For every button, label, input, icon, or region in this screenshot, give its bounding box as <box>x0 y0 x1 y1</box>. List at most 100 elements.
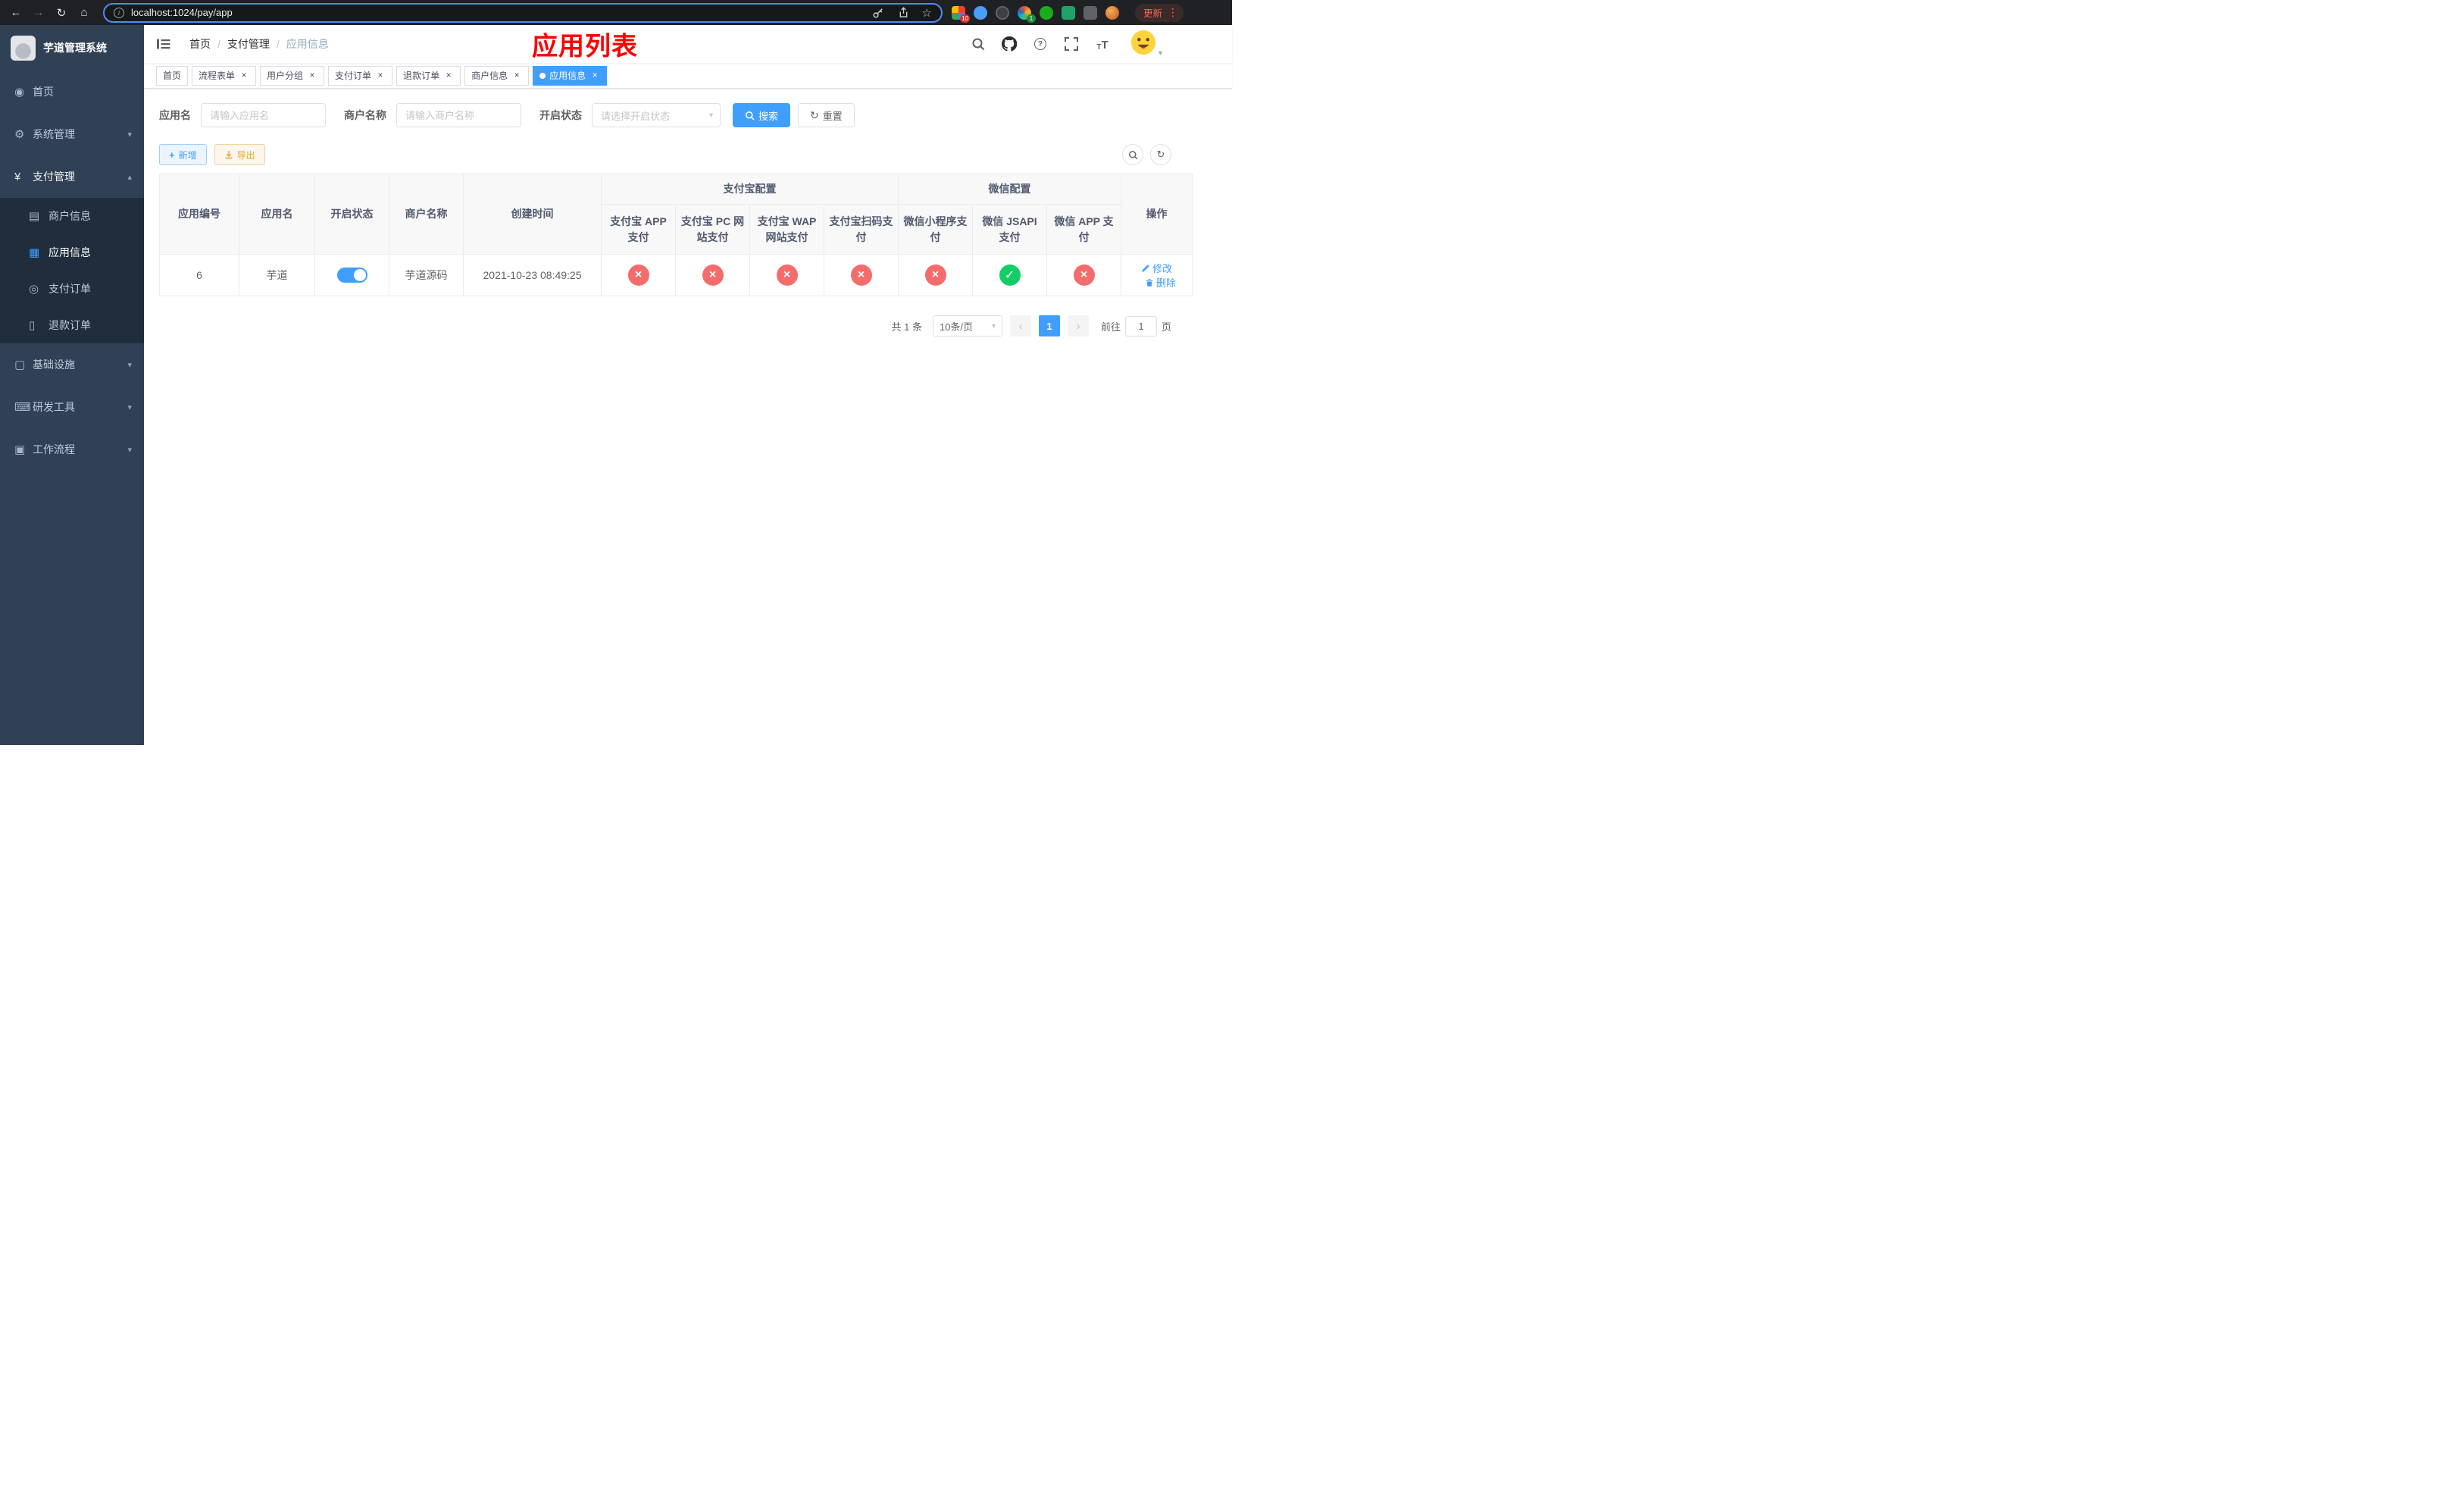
reload-button[interactable]: ↻ <box>52 3 71 23</box>
col-alipay-qr: 支付宝扫码支付 <box>824 204 899 255</box>
table-toolbar: + 新增 导出 ↻ <box>159 144 1171 165</box>
export-button[interactable]: 导出 <box>214 144 265 165</box>
document-icon: ▯ <box>29 319 36 332</box>
cell-status <box>314 254 389 296</box>
close-icon[interactable]: × <box>375 70 386 81</box>
breadcrumb-home[interactable]: 首页 <box>189 36 211 52</box>
close-icon[interactable]: × <box>443 70 454 81</box>
prev-page-button[interactable]: ‹ <box>1009 315 1031 337</box>
edit-button[interactable]: 修改 <box>1141 261 1172 275</box>
tab-home[interactable]: 首页 <box>156 65 189 86</box>
tags-view: 首页 流程表单 × 用户分组 × 支付订单 × 退款订单 × 商户信息 × 应用… <box>144 63 1232 89</box>
logo-avatar <box>11 35 36 61</box>
site-info-icon[interactable]: i <box>114 7 124 18</box>
chevron-down-icon: ▾ <box>127 402 132 412</box>
yen-icon: ¥ <box>14 170 21 183</box>
tools-icon: ⌨ <box>14 401 31 414</box>
close-icon[interactable]: × <box>307 70 317 81</box>
search-icon[interactable] <box>971 36 986 52</box>
app-logo[interactable]: 芋道管理系统 <box>0 25 144 70</box>
tab-process-form[interactable]: 流程表单 × <box>192 65 257 86</box>
font-size-icon[interactable]: TT <box>1095 36 1110 52</box>
page-size-select[interactable]: 10条/页 ▾ <box>932 315 1002 337</box>
goto-page-input[interactable] <box>1124 315 1157 337</box>
col-wechat-app: 微信 APP 支付 <box>1046 204 1121 255</box>
close-icon[interactable]: × <box>239 70 249 81</box>
app-name-input[interactable] <box>201 103 326 127</box>
status-select[interactable]: 请选择开启状态 ▾ <box>592 103 721 127</box>
col-app-id: 应用编号 <box>159 174 239 255</box>
extension-green-circle-icon[interactable] <box>1039 5 1053 20</box>
reset-button[interactable]: ↻ 重置 <box>798 103 855 127</box>
cell-merchant: 芋道源码 <box>389 254 464 296</box>
tab-merchant-info[interactable]: 商户信息 × <box>464 65 530 86</box>
tab-app-info[interactable]: 应用信息 × <box>533 65 608 86</box>
page-content: 应用名 商户名称 开启状态 请选择开启状态 ▾ 搜索 ↻ 重置 <box>144 89 1232 745</box>
tab-payment-order[interactable]: 支付订单 × <box>328 65 393 86</box>
sidebar-item-merchant-info[interactable]: ▤ 商户信息 <box>0 198 144 234</box>
extension-face-icon[interactable] <box>1105 5 1119 20</box>
cell-app-name: 芋道 <box>239 254 315 296</box>
user-menu[interactable]: ▾ <box>1130 30 1162 59</box>
status-toggle[interactable] <box>336 268 367 283</box>
cell-created: 2021-10-23 08:49:25 <box>463 254 602 296</box>
sidebar-item-home[interactable]: ◉ 首页 <box>0 70 144 113</box>
update-label: 更新 <box>1143 8 1162 19</box>
page-annotation: 应用列表 <box>532 32 638 61</box>
add-button[interactable]: + 新增 <box>159 144 207 165</box>
share-icon[interactable] <box>896 5 911 20</box>
search-button[interactable]: 搜索 <box>733 103 791 127</box>
page-number-button[interactable]: 1 <box>1038 315 1060 337</box>
next-page-button[interactable]: › <box>1067 315 1089 337</box>
sidebar-item-refund-order[interactable]: ▯ 退款订单 <box>0 307 144 343</box>
github-icon[interactable] <box>1001 36 1017 52</box>
extension-blue-icon[interactable] <box>973 5 987 20</box>
extension-green-square-icon[interactable] <box>1061 5 1075 20</box>
breadcrumb-payment[interactable]: 支付管理 <box>227 36 270 52</box>
chevron-down-icon: ▾ <box>127 445 132 455</box>
back-button[interactable]: ← <box>6 3 26 23</box>
address-bar[interactable]: i localhost:1024/pay/app ☆ <box>103 2 943 23</box>
close-icon[interactable]: × <box>589 70 600 81</box>
toggle-search-button[interactable] <box>1122 144 1143 165</box>
sidebar-item-payment-order[interactable]: ◎ 支付订单 <box>0 271 144 307</box>
tab-refund-order[interactable]: 退款订单 × <box>396 65 461 86</box>
home-button[interactable]: ⌂ <box>74 3 94 23</box>
sidebar-item-dev-tools[interactable]: ⌨ 研发工具 ▾ <box>0 386 144 428</box>
extension-grid-icon[interactable]: 10 <box>951 5 970 23</box>
navbar-tools: ? TT ▾ <box>971 30 1162 59</box>
alipay-qr-status-icon: × <box>850 265 872 286</box>
col-created: 创建时间 <box>463 174 602 255</box>
sidebar-item-workflow[interactable]: ▣ 工作流程 ▾ <box>0 428 144 471</box>
top-navbar: 首页 / 支付管理 / 应用信息 应用列表 ? TT ▾ <box>144 25 1232 63</box>
fullscreen-icon[interactable] <box>1064 36 1079 52</box>
chrome-update-button[interactable]: 更新 ⋮ <box>1134 3 1184 22</box>
forward-button[interactable]: → <box>29 3 48 23</box>
col-alipay-app: 支付宝 APP 支付 <box>601 204 676 255</box>
delete-button[interactable]: 删除 <box>1145 275 1176 290</box>
merchant-name-input[interactable] <box>396 103 521 127</box>
sidebar-item-app-info[interactable]: ▦ 应用信息 <box>0 234 144 271</box>
password-key-icon[interactable] <box>871 5 886 20</box>
tab-user-group[interactable]: 用户分组 × <box>260 65 325 86</box>
chevron-down-icon: ▾ <box>1158 49 1162 58</box>
help-icon[interactable]: ? <box>1033 36 1048 52</box>
extension-colorwheel-icon[interactable]: 1 <box>1017 5 1036 23</box>
extension-dark-icon[interactable] <box>995 5 1009 20</box>
close-icon[interactable]: × <box>511 70 522 81</box>
pagination-total: 共 1 条 <box>891 321 922 333</box>
app-name-label: 应用名 <box>159 109 191 121</box>
gear-icon: ⚙ <box>14 128 25 141</box>
col-app-name: 应用名 <box>239 174 315 255</box>
extension-badge-green: 1 <box>1026 14 1036 23</box>
extension-pin-icon[interactable] <box>1083 5 1097 20</box>
wechat-jsapi-status-icon: ✓ <box>999 265 1021 286</box>
browser-menu-icon[interactable]: ⋮ <box>1168 6 1178 19</box>
bookmark-star-icon[interactable]: ☆ <box>922 6 932 20</box>
refresh-table-button[interactable]: ↻ <box>1150 144 1171 165</box>
sidebar-item-payment[interactable]: ¥ 支付管理 ▴ <box>0 155 144 198</box>
extensions-area: 10 1 更新 ⋮ <box>951 3 1184 23</box>
sidebar-item-system[interactable]: ⚙ 系统管理 ▾ <box>0 113 144 155</box>
sidebar-toggle-icon[interactable] <box>156 36 173 52</box>
sidebar-item-infrastructure[interactable]: ▢ 基础设施 ▾ <box>0 343 144 386</box>
